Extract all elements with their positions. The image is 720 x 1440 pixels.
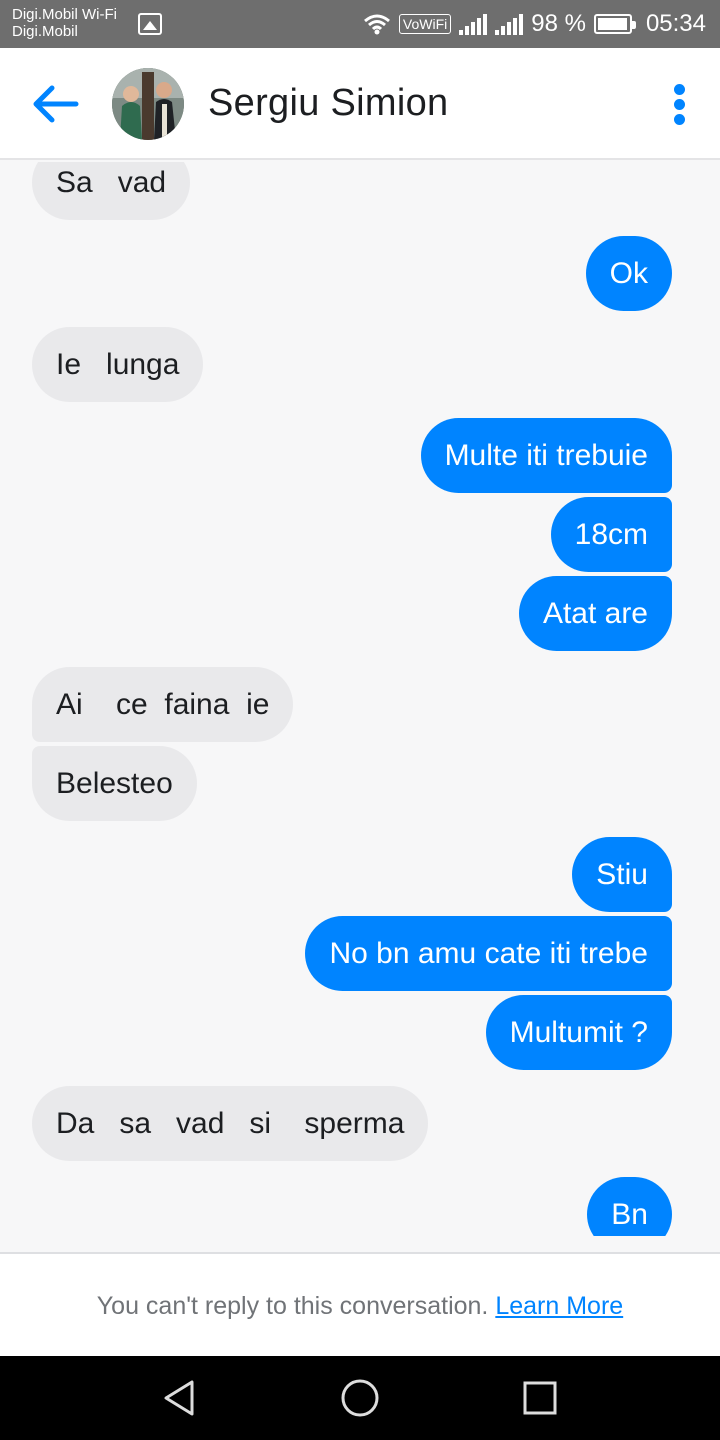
circle-home-icon bbox=[341, 1379, 379, 1417]
gallery-notification-icon bbox=[138, 13, 162, 35]
message-bubble-outgoing[interactable]: 18cm bbox=[550, 497, 672, 572]
reply-disabled-notice: You can't reply to this conversation. bbox=[96, 1292, 489, 1320]
back-button[interactable] bbox=[30, 82, 82, 126]
vowifi-badge: VoWiFi bbox=[398, 14, 452, 34]
learn-more-link[interactable]: Learn More bbox=[495, 1292, 623, 1320]
message-bubble-outgoing[interactable]: Multumit ? bbox=[485, 995, 672, 1070]
nav-recents-button[interactable] bbox=[518, 1376, 562, 1420]
avatar[interactable] bbox=[112, 68, 184, 140]
battery-percent: 98 % bbox=[531, 10, 586, 37]
contact-name[interactable]: Sergiu Simion bbox=[208, 82, 448, 125]
wifi-icon bbox=[363, 14, 390, 35]
carrier-line-1: Digi.Mobil Wi-Fi bbox=[12, 6, 117, 23]
carrier-line-2: Digi.Mobil bbox=[12, 23, 78, 40]
message-bubble-outgoing[interactable]: Atat are bbox=[518, 576, 672, 651]
message-bubble-outgoing[interactable]: Ok bbox=[585, 236, 672, 311]
conversation-header: Sergiu Simion bbox=[0, 48, 720, 160]
reply-disabled-footer: You can't reply to this conversation. Le… bbox=[0, 1252, 720, 1356]
system-navigation-bar bbox=[0, 1356, 720, 1440]
back-arrow-icon bbox=[33, 85, 79, 123]
message-bubble-incoming[interactable]: Ie lunga bbox=[32, 327, 204, 402]
message-bubble-outgoing[interactable]: No bn amu cate iti trebe bbox=[305, 916, 672, 991]
message-bubble-incoming[interactable]: Belesteo bbox=[32, 746, 197, 821]
signal-icon bbox=[459, 13, 488, 35]
carrier-info: Digi.Mobil Wi-Fi Digi.Mobil bbox=[12, 6, 117, 40]
triangle-back-icon bbox=[164, 1380, 194, 1416]
status-bar: Digi.Mobil Wi-Fi Digi.Mobil VoWiFi 98 % … bbox=[0, 0, 720, 48]
footer-notice-row: You can't reply to this conversation. Le… bbox=[0, 1292, 720, 1321]
message-bubble-outgoing[interactable]: Multe iti trebuie bbox=[420, 418, 672, 493]
message-bubble-incoming[interactable]: Sa vad bbox=[32, 162, 191, 220]
square-recents-icon bbox=[523, 1381, 557, 1415]
nav-home-button[interactable] bbox=[338, 1376, 382, 1420]
profile-photo bbox=[112, 68, 184, 140]
nav-back-button[interactable] bbox=[158, 1376, 202, 1420]
message-bubble-outgoing[interactable]: Bn bbox=[587, 1177, 672, 1236]
battery-icon bbox=[593, 14, 636, 34]
message-bubble-incoming[interactable]: Ai ce faina ie bbox=[32, 667, 294, 742]
clock: 05:34 bbox=[645, 10, 706, 37]
more-options-button[interactable] bbox=[664, 82, 696, 126]
message-bubble-incoming[interactable]: Da sa vad si sperma bbox=[32, 1086, 429, 1161]
status-icons: VoWiFi 98 % 05:34 bbox=[363, 8, 706, 40]
message-list[interactable]: Sa vad Ok Ie lunga Multe iti trebuie 18c… bbox=[0, 162, 720, 1236]
message-bubble-outgoing[interactable]: Stiu bbox=[572, 837, 672, 912]
signal-icon-2 bbox=[495, 13, 524, 35]
